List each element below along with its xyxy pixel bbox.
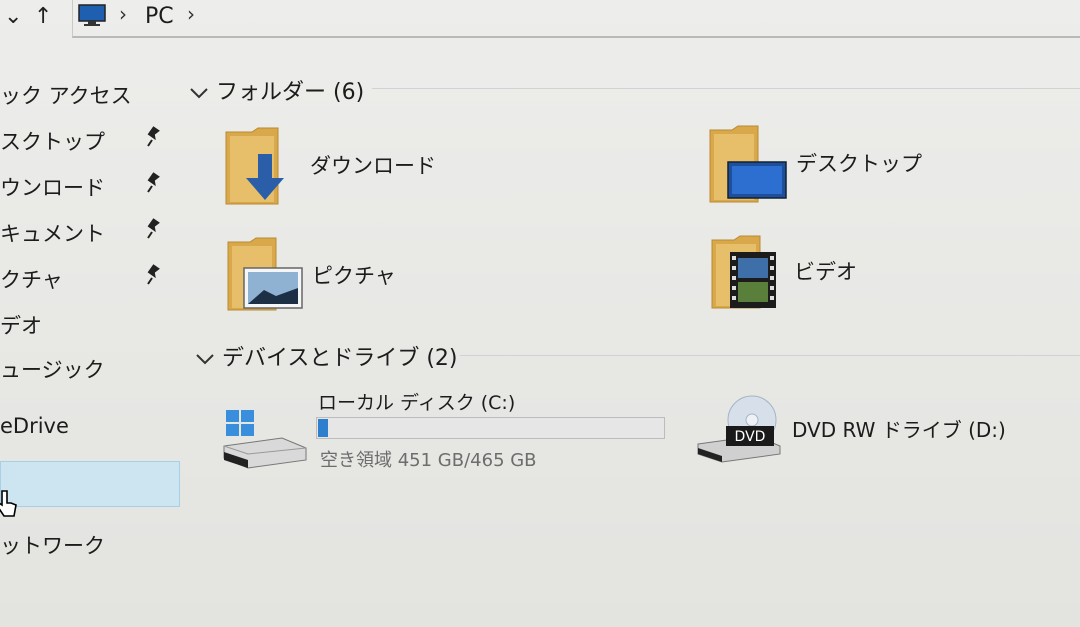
- pictures-folder-icon: [227, 237, 303, 311]
- this-pc-icon: [78, 4, 106, 26]
- sidebar-item-label: eDrive: [0, 414, 69, 438]
- sidebar-item-this-pc-selected[interactable]: [0, 461, 180, 507]
- folder-label: ダウンロード: [310, 154, 436, 178]
- sidebar-item-music[interactable]: ュージック: [0, 350, 180, 386]
- dvd-drive-name[interactable]: DVD RW ドライブ (D:): [792, 414, 1006, 443]
- sidebar-item-network[interactable]: ットワーク: [0, 526, 180, 562]
- dvd-drive-icon: DVD: [697, 395, 781, 463]
- local-disk-name[interactable]: ローカル ディスク (C:): [318, 388, 515, 415]
- sidebar-item-pictures[interactable]: クチャ: [0, 260, 180, 296]
- desktop-folder-icon: [709, 125, 787, 203]
- sidebar-item-label: ュージック: [0, 358, 105, 382]
- devices-group-label: デバイスとドライブ (2): [222, 346, 458, 371]
- devices-group-header[interactable]: デバイスとドライブ (2): [194, 340, 458, 372]
- sidebar-item-label: ウンロード: [0, 176, 105, 200]
- pin-icon: [147, 126, 160, 147]
- folders-group-label: フォルダー (6): [216, 80, 365, 105]
- sidebar-item-desktop[interactable]: スクトップ: [0, 122, 180, 158]
- folder-label: デスクトップ: [796, 152, 922, 176]
- dvd-badge-text: DVD: [735, 429, 766, 445]
- sidebar-item-downloads[interactable]: ウンロード: [0, 168, 180, 204]
- disk-usage-fill: [318, 419, 328, 437]
- sidebar-item-videos[interactable]: デオ: [0, 306, 180, 342]
- local-disk-tile[interactable]: [222, 408, 308, 470]
- folder-label: ビデオ: [794, 260, 857, 284]
- disk-usage-bar: [316, 417, 665, 439]
- downloads-folder-icon: [225, 127, 284, 205]
- breadcrumb-separator-icon: ›: [119, 2, 127, 26]
- folder-tile-videos[interactable]: ビデオ: [710, 234, 1010, 314]
- folder-tile-desktop[interactable]: デスクトップ: [708, 124, 1008, 208]
- mouse-pointer-hand-icon: [0, 490, 17, 517]
- videos-folder-icon: [711, 235, 776, 309]
- recent-locations-chevron-icon[interactable]: ⌄: [4, 4, 22, 30]
- folders-group-header[interactable]: フォルダー (6): [188, 74, 364, 106]
- sidebar-item-label: デオ: [0, 314, 42, 338]
- file-explorer-window: ⌄ ↑ › PC › ック アクセス スクトップ ウンロード キュメント クチャ…: [0, 0, 1080, 627]
- up-arrow-icon[interactable]: ↑: [34, 4, 52, 30]
- pin-icon: [147, 218, 160, 239]
- dvd-drive-tile[interactable]: DVD: [696, 392, 786, 464]
- folder-label: ピクチャ: [312, 264, 396, 288]
- sidebar-item-documents[interactable]: キュメント: [0, 214, 180, 250]
- pin-icon: [147, 172, 160, 193]
- sidebar-item-quick-access[interactable]: ック アクセス: [0, 76, 180, 112]
- sidebar-item-label: ットワーク: [0, 534, 105, 558]
- windows-drive-icon: [223, 410, 307, 469]
- sidebar-item-label: クチャ: [0, 268, 63, 292]
- group-divider: [372, 88, 1080, 89]
- breadcrumb-pc[interactable]: PC: [145, 4, 174, 29]
- navigation-pane: ック アクセス スクトップ ウンロード キュメント クチャ デオ ュージック e…: [0, 40, 185, 627]
- address-bar: ⌄ ↑ › PC ›: [0, 0, 1080, 38]
- folder-tile-pictures[interactable]: ピクチャ: [226, 236, 526, 316]
- pin-icon: [147, 264, 160, 285]
- sidebar-item-label: キュメント: [0, 222, 105, 246]
- disk-free-space: 空き領域 451 GB/465 GB: [320, 450, 537, 471]
- chevron-down-icon: [196, 354, 214, 365]
- folder-tile-downloads[interactable]: ダウンロード: [222, 126, 522, 210]
- sidebar-item-label: ック アクセス: [0, 84, 132, 108]
- sidebar-item-label: スクトップ: [0, 130, 105, 154]
- sidebar-item-onedrive[interactable]: eDrive: [0, 410, 180, 446]
- chevron-down-icon: [190, 88, 208, 99]
- address-box[interactable]: › PC ›: [72, 0, 1080, 38]
- breadcrumb-separator-icon[interactable]: ›: [187, 2, 195, 26]
- group-divider: [460, 355, 1080, 356]
